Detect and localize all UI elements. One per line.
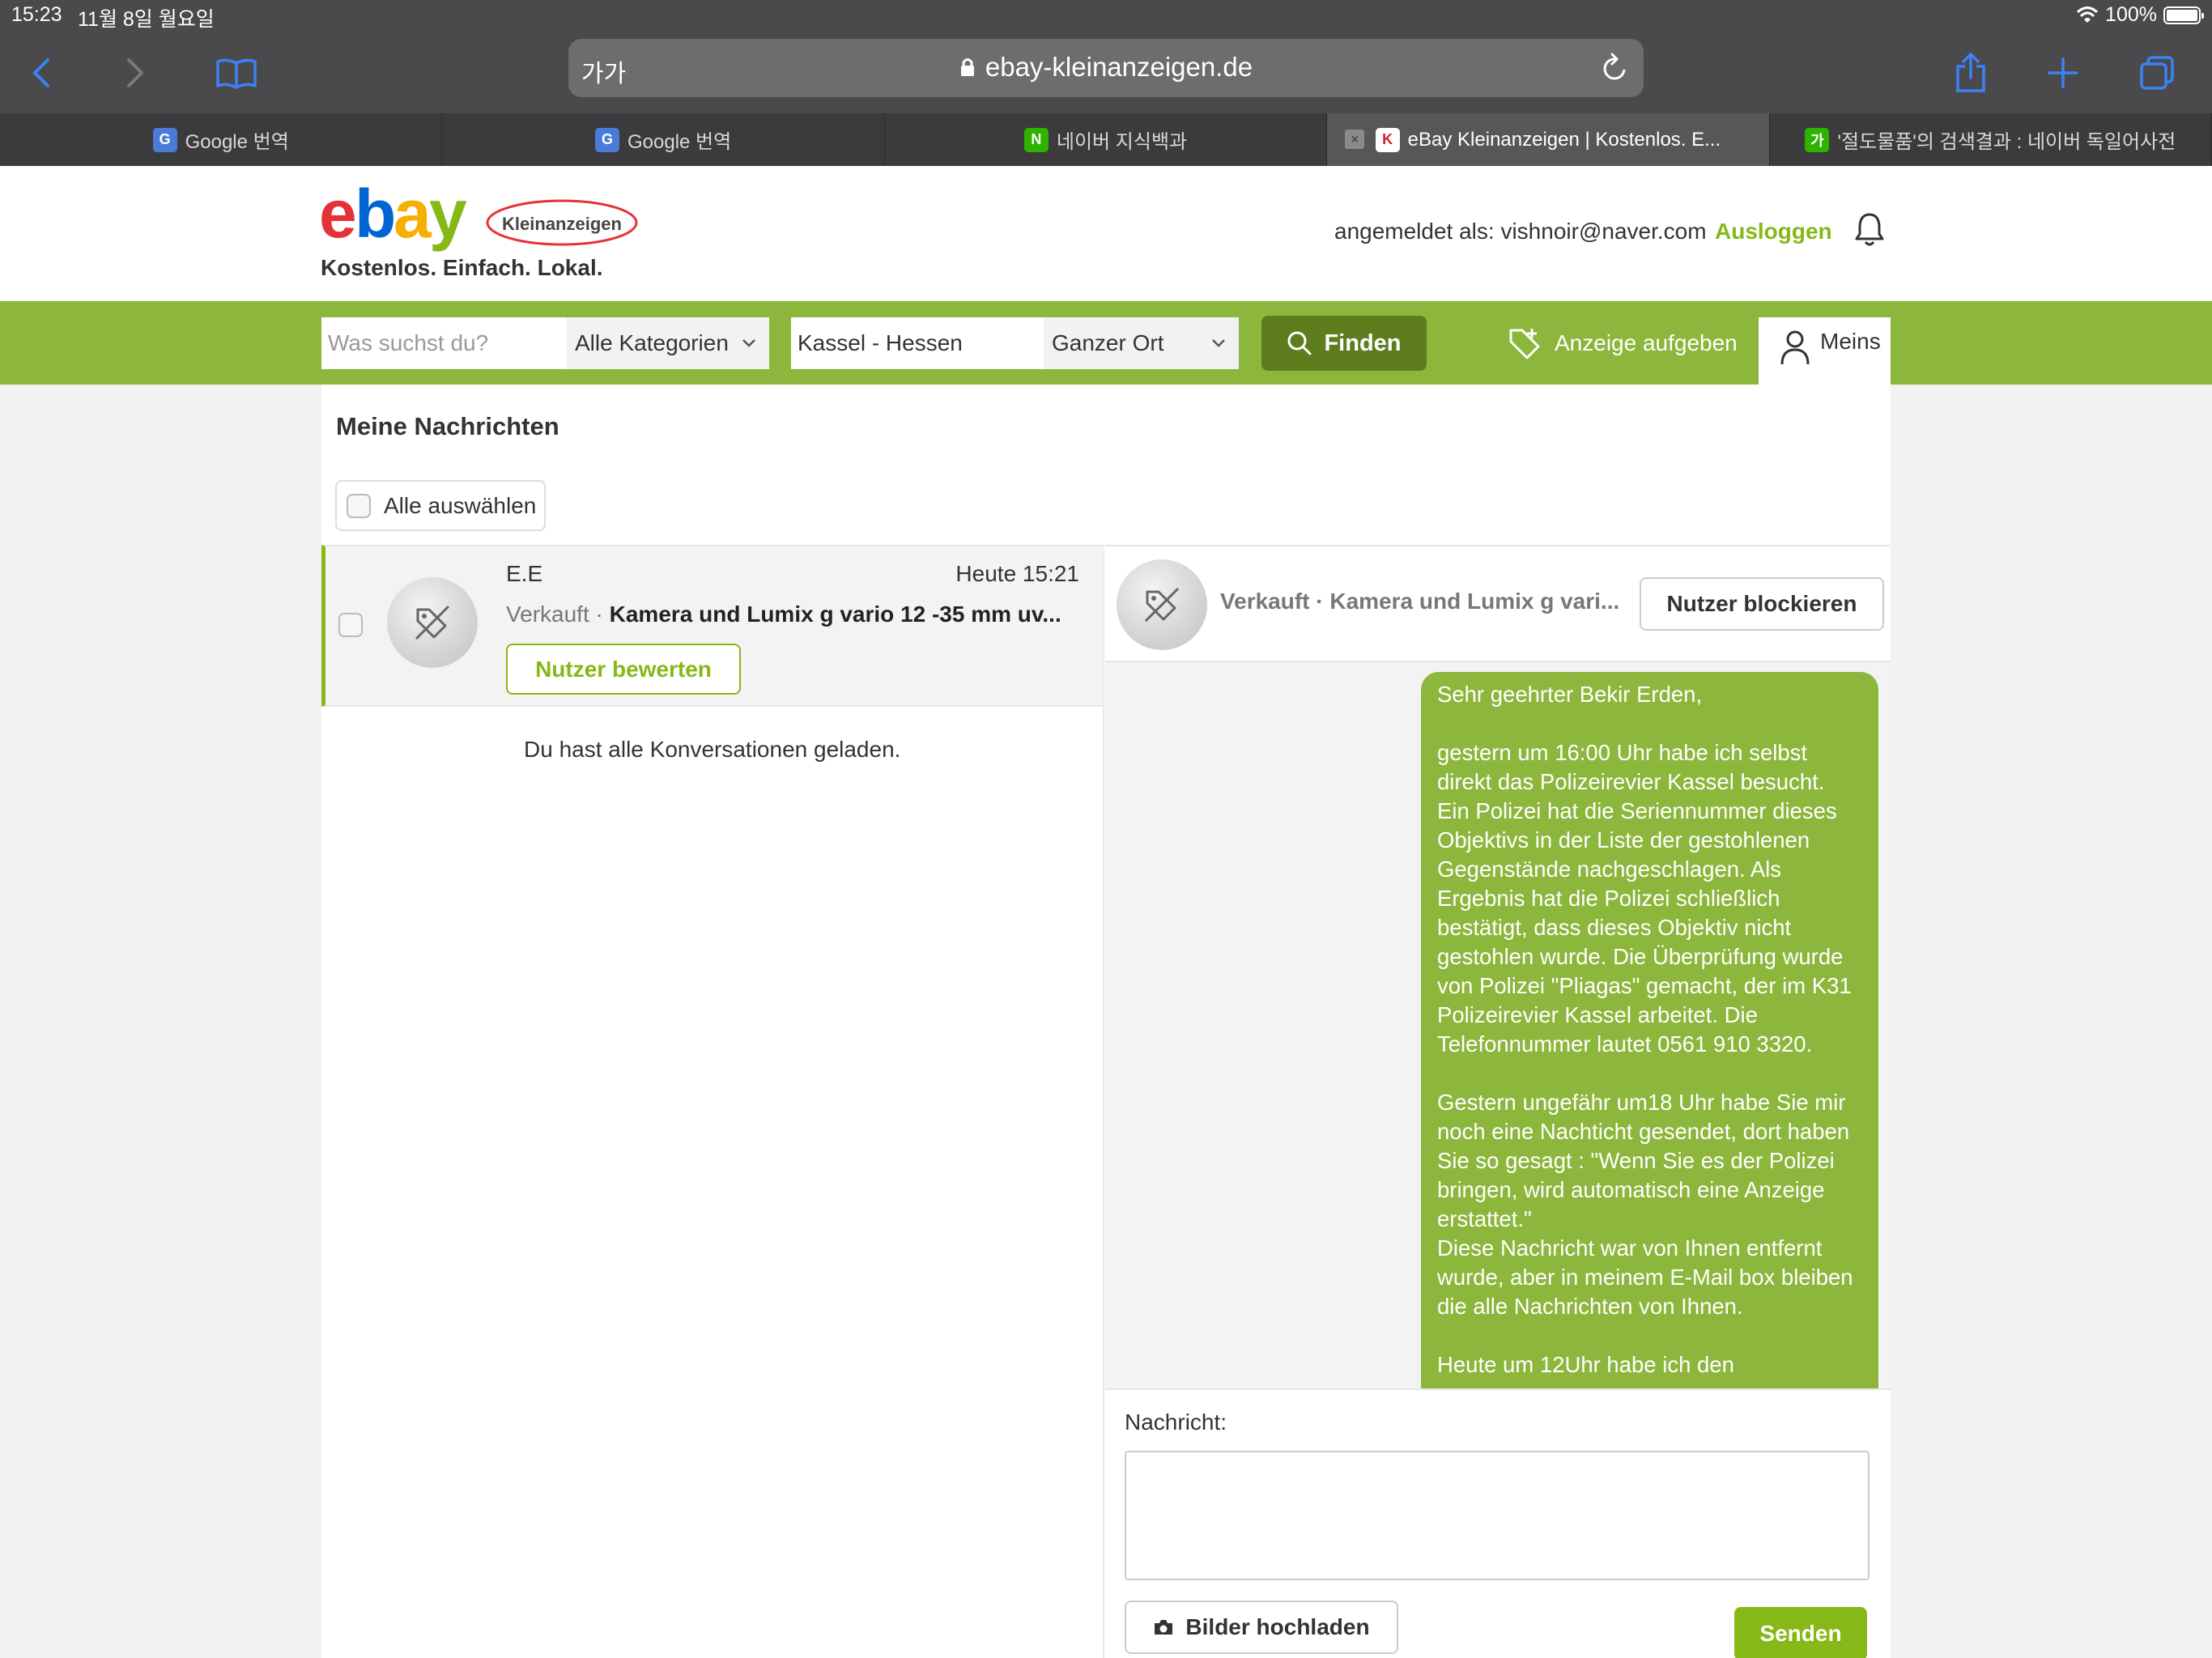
- find-label: Finden: [1324, 329, 1402, 356]
- page-title: Meine Nachrichten: [336, 412, 559, 440]
- login-info: angemeldet als: vishnoir@naver.com: [1334, 219, 1707, 244]
- wifi-icon: [2077, 6, 2099, 23]
- chat-subject[interactable]: Verkauft · Kamera und Lumix g vari...: [1220, 589, 1625, 614]
- svg-text:e: e: [319, 182, 355, 252]
- status-right: 100%: [2076, 3, 2204, 27]
- chat-pane: Verkauft · Kamera und Lumix g vari... Nu…: [1105, 545, 1891, 1658]
- meins-tab[interactable]: Meins: [1759, 317, 1891, 385]
- new-tab-icon[interactable]: [2039, 49, 2087, 97]
- chevron-down-icon: [742, 339, 755, 347]
- bell-icon[interactable]: [1854, 211, 1885, 253]
- svg-text:y: y: [429, 182, 467, 252]
- upload-label: Bilder hochladen: [1185, 1614, 1370, 1639]
- location-input[interactable]: Kassel - Hessen: [791, 317, 1044, 369]
- kleinanzeigen-icon: K: [1375, 127, 1400, 152]
- tab-google-translate-1[interactable]: G Google 번역: [0, 113, 443, 166]
- chat-messages[interactable]: Sehr geehrter Bekir Erden, gestern um 16…: [1105, 662, 1891, 1388]
- naver-icon: N: [1023, 127, 1049, 152]
- reload-icon[interactable]: [1602, 52, 1629, 87]
- tab-label: eBay Kleinanzeigen | Kostenlos. E...: [1407, 128, 1721, 151]
- svg-text:a: a: [393, 182, 432, 252]
- tag-plus-icon: [1509, 329, 1540, 359]
- site-header: e b a y Kleinanzeigen Kostenlos. Einfach…: [0, 166, 2212, 301]
- bookmarks-icon[interactable]: [212, 49, 261, 97]
- forward-icon[interactable]: [110, 49, 159, 97]
- messages-page: Meine Nachrichten Alle auswählen E.E Heu…: [321, 385, 1891, 1658]
- radius-select[interactable]: Ganzer Ort: [1044, 317, 1239, 369]
- separator: ·: [589, 602, 610, 627]
- radius-value: Ganzer Ort: [1052, 330, 1164, 355]
- battery-percent: 100%: [2105, 3, 2157, 26]
- conversation-item[interactable]: E.E Heute 15:21 Verkauft · Kamera und Lu…: [321, 545, 1104, 707]
- all-loaded-note: Du hast alle Konversationen geladen.: [524, 737, 901, 762]
- block-user-button[interactable]: Nutzer blockieren: [1640, 577, 1884, 631]
- lock-icon: [960, 58, 974, 76]
- google-translate-icon: G: [152, 127, 177, 152]
- separator: ·: [1309, 589, 1330, 614]
- tagline: Kostenlos. Einfach. Lokal.: [321, 255, 603, 280]
- tab-naver-dictionary[interactable]: 가 '절도물품'의 검색결과 : 네이버 독일어사전: [1770, 113, 2212, 166]
- ebay-kleinanzeigen-logo[interactable]: e b a y Kleinanzeigen: [319, 176, 643, 259]
- close-tab-icon[interactable]: ×: [1345, 130, 1365, 149]
- chat-type: Verkauft: [1220, 589, 1310, 614]
- checkbox[interactable]: [347, 493, 371, 518]
- tag-placeholder-icon: [415, 605, 450, 640]
- conversation-name: E.E: [506, 561, 543, 586]
- tab-label: 네이버 지식백과: [1056, 131, 1188, 153]
- select-all-checkbox[interactable]: Alle auswählen: [335, 480, 546, 531]
- back-icon[interactable]: [18, 49, 66, 97]
- conversation-title: Kamera und Lumix g vario 12 -35 mm uv...: [609, 602, 1061, 627]
- chat-header: Verkauft · Kamera und Lumix g vari... Nu…: [1105, 545, 1891, 662]
- chevron-down-icon: [1212, 339, 1225, 347]
- conversation-list: E.E Heute 15:21 Verkauft · Kamera und Lu…: [321, 545, 1104, 1658]
- tab-label: Google 번역: [627, 131, 732, 153]
- select-all-label: Alle auswählen: [384, 492, 537, 518]
- search-icon: [1287, 331, 1312, 355]
- tab-bar: G Google 번역 G Google 번역 N 네이버 지식백과 × K e…: [0, 113, 2212, 166]
- post-ad-link[interactable]: Anzeige aufgeben: [1508, 325, 1738, 361]
- tab-label: '절도물품'의 검색결과 : 네이버 독일어사전: [1837, 131, 2176, 153]
- upload-images-button[interactable]: Bilder hochladen: [1125, 1601, 1398, 1654]
- compose-label: Nachricht:: [1125, 1409, 1227, 1435]
- tag-placeholder-icon: [1144, 587, 1180, 623]
- conversation-type: Verkauft: [506, 602, 589, 627]
- svg-text:b: b: [355, 182, 393, 252]
- message-input[interactable]: [1125, 1451, 1870, 1580]
- logo-sub-text: Kleinanzeigen: [502, 214, 622, 234]
- tab-ebay-kleinanzeigen[interactable]: × K eBay Kleinanzeigen | Kostenlos. E...: [1327, 113, 1770, 166]
- battery-icon: [2163, 6, 2204, 24]
- conversation-subject: Verkauft · Kamera und Lumix g vario 12 -…: [506, 602, 1081, 627]
- rate-user-button[interactable]: Nutzer bewerten: [506, 644, 741, 695]
- find-button[interactable]: Finden: [1261, 316, 1427, 371]
- camera-icon: [1155, 1620, 1173, 1635]
- tab-label: Google 번역: [185, 131, 289, 153]
- user-icon: [1780, 330, 1810, 365]
- conversation-time: Heute 15:21: [955, 561, 1079, 586]
- search-input[interactable]: Was suchst du?: [321, 317, 567, 369]
- category-select[interactable]: Alle Kategorien: [567, 317, 769, 369]
- share-icon[interactable]: [1946, 49, 1995, 97]
- post-ad-label: Anzeige aufgeben: [1555, 330, 1738, 355]
- category-value: Alle Kategorien: [575, 330, 729, 355]
- status-bar: 15:23 11월 8일 월요일 100%: [0, 0, 2212, 32]
- conversation-checkbox[interactable]: [338, 613, 363, 637]
- status-time: 15:23: [11, 3, 62, 26]
- url-display[interactable]: ebay-kleinanzeigen.de: [568, 52, 1644, 83]
- avatar: [387, 577, 478, 668]
- address-bar[interactable]: 가가 ebay-kleinanzeigen.de: [568, 39, 1644, 97]
- send-button[interactable]: Senden: [1734, 1607, 1867, 1658]
- chat-title: Kamera und Lumix g vari...: [1329, 589, 1620, 614]
- url-text: ebay-kleinanzeigen.de: [985, 52, 1253, 82]
- message-bubble: Sehr geehrter Bekir Erden, gestern um 16…: [1421, 672, 1878, 1388]
- tab-naver-encyclopedia[interactable]: N 네이버 지식백과: [885, 113, 1328, 166]
- google-translate-icon: G: [595, 127, 619, 152]
- meins-label: Meins: [1820, 329, 1881, 354]
- tabs-overview-icon[interactable]: [2133, 49, 2181, 97]
- avatar: [1117, 559, 1207, 650]
- naver-dict-icon: 가: [1805, 127, 1830, 152]
- status-date: 11월 8일 월요일: [78, 8, 215, 31]
- logout-link[interactable]: Ausloggen: [1715, 219, 1832, 244]
- tab-google-translate-2[interactable]: G Google 번역: [442, 113, 885, 166]
